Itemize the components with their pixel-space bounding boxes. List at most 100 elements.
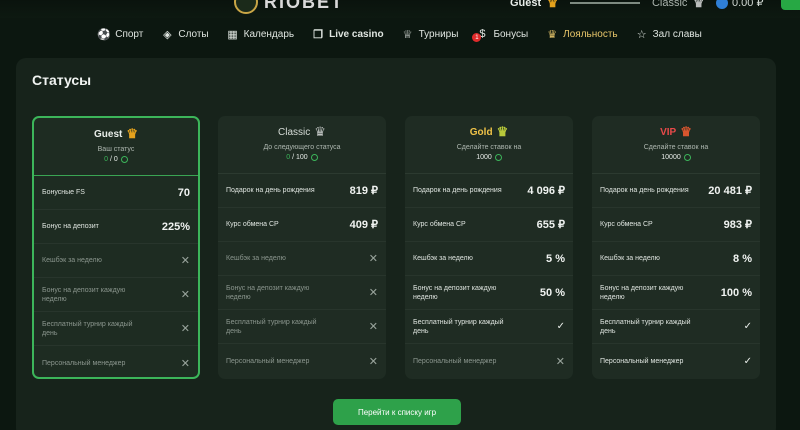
- logo[interactable]: RIOBET: [234, 0, 344, 14]
- nav-item-slots[interactable]: ◈ Слоты: [161, 28, 209, 41]
- cross-icon: ✕: [368, 321, 378, 333]
- row-label: Бесплатный турнир каждый день: [600, 318, 691, 335]
- status-progress[interactable]: Guest ♛ Classic ♛: [510, 0, 704, 10]
- row-label: Подарок на день рождения: [413, 187, 502, 194]
- calendar-icon: ▦: [227, 28, 238, 41]
- card-row: Персональный менеджер ✓: [592, 344, 760, 378]
- card-name: Guest ♛: [34, 118, 198, 142]
- row-label: Курс обмена СР: [226, 221, 279, 228]
- row-label: Подарок на день рождения: [600, 187, 689, 194]
- nav-item-bonuses[interactable]: $ 1 Бонусы: [472, 28, 529, 42]
- deposit-button[interactable]: [781, 0, 800, 10]
- amount-value: 1000: [476, 154, 492, 161]
- card-subtitle: Сделайте ставок на: [643, 144, 709, 151]
- main-nav: ⚽ Спорт ◈ Слоты ▦ Календарь ❐ Live casin…: [0, 20, 800, 48]
- current-status-label: Guest: [510, 0, 542, 9]
- card-progress: 0 / 100: [218, 154, 386, 161]
- card-row: Курс обмена СР 983 ₽: [592, 208, 760, 242]
- cross-icon: ✕: [555, 355, 565, 368]
- card-row: Бонус на депозит каждую неделю ✕: [34, 278, 198, 312]
- cross-icon: ✕: [368, 355, 378, 368]
- row-label: Бонусные FS: [42, 189, 85, 196]
- nav-item-loyalty[interactable]: ♛ Лояльность: [546, 28, 618, 41]
- cross-icon: ✕: [368, 287, 378, 299]
- row-label: Кешбэк за неделю: [226, 255, 286, 262]
- nav-item-live-casino[interactable]: ❐ Live casino: [312, 28, 383, 41]
- card-name: Classic ♛: [218, 116, 386, 140]
- card-row: Курс обмена СР 409 ₽: [218, 208, 386, 242]
- card-subtitle: До следующего статуса: [263, 144, 341, 151]
- balance[interactable]: 0.00 ₽: [716, 0, 763, 9]
- nav-label: Слоты: [178, 28, 209, 40]
- row-value: 225%: [161, 220, 190, 233]
- card-row: Бесплатный турнир каждый день ✕: [34, 312, 198, 346]
- card-row: Подарок на день рождения 819 ₽: [218, 174, 386, 208]
- row-value: 8 %: [733, 252, 752, 265]
- crown-icon: ♛: [547, 28, 558, 41]
- row-value: 5 %: [546, 252, 565, 265]
- card-row: Кешбэк за неделю ✕: [34, 244, 198, 278]
- next-status-label: Classic: [651, 0, 688, 9]
- nav-item-hall-of-fame[interactable]: ☆ Зал славы: [636, 28, 702, 41]
- card-row: Бесплатный турнир каждый день ✓: [592, 310, 760, 344]
- nav-label: Турниры: [418, 28, 459, 40]
- amount-value: 10000: [661, 154, 681, 161]
- card-header: Gold ♛ Сделайте ставок на 1000: [405, 116, 573, 174]
- balance-value: 0.00 ₽: [732, 0, 764, 9]
- crown-icon: ♛: [314, 124, 326, 139]
- row-label: Персональный менеджер: [413, 357, 497, 365]
- card-row: Курс обмена СР 655 ₽: [405, 208, 573, 242]
- card-row: Бонус на депозит 225%: [34, 210, 198, 244]
- card-row: Персональный менеджер ✕: [34, 346, 198, 377]
- card-row: Персональный менеджер ✕: [218, 344, 386, 378]
- check-icon: ✓: [743, 355, 752, 367]
- cards-icon: ❐: [313, 28, 324, 41]
- card-row: Персональный менеджер ✕: [405, 344, 573, 378]
- row-label: Курс обмена СР: [413, 221, 466, 228]
- star-icon: ☆: [636, 28, 647, 41]
- nav-label: Бонусы: [493, 28, 529, 40]
- card-name: Gold ♛: [405, 116, 573, 140]
- row-value: 655 ₽: [536, 219, 565, 231]
- row-label: Персональный менеджер: [226, 357, 310, 365]
- row-label: Бесплатный турнир каждый день: [226, 318, 317, 335]
- nav-label: Лояльность: [563, 28, 618, 40]
- row-value: 409 ₽: [349, 219, 378, 231]
- nav-item-sport[interactable]: ⚽ Спорт: [97, 28, 144, 41]
- crown-icon: ♛: [126, 126, 138, 141]
- crown-icon: ♛: [693, 0, 705, 10]
- row-value: 4 096 ₽: [527, 185, 565, 197]
- cross-icon: ✕: [180, 323, 190, 335]
- top-header: RIOBET Guest ♛ Classic ♛ 0.00 ₽: [0, 0, 800, 18]
- cp-icon: [494, 154, 502, 161]
- trophy-icon: ♕: [402, 28, 413, 41]
- progress-total: / 0: [108, 156, 118, 163]
- slots-icon: ◈: [163, 28, 172, 41]
- row-label: Бесплатный турнир каждый день: [42, 320, 133, 337]
- card-header: Guest ♛ Ваш статус 0 / 0: [34, 118, 198, 176]
- cross-icon: ✕: [180, 357, 190, 370]
- crown-icon: ♛: [496, 124, 509, 139]
- go-to-games-button[interactable]: Перейти к списку игр: [333, 399, 461, 425]
- card-row: Бонус на депозит каждую неделю 100 %: [592, 276, 760, 310]
- row-label: Кешбэк за неделю: [413, 255, 473, 262]
- card-row: Подарок на день рождения 20 481 ₽: [592, 174, 760, 208]
- card-row: Кешбэк за неделю ✕: [218, 242, 386, 276]
- row-label: Бесплатный турнир каждый день: [413, 318, 504, 335]
- cross-icon: ✕: [180, 289, 190, 301]
- row-label: Кешбэк за неделю: [600, 255, 660, 262]
- card-row: Подарок на день рождения 4 096 ₽: [405, 174, 573, 208]
- cross-icon: ✕: [368, 253, 378, 265]
- logo-mark-icon: [234, 0, 258, 14]
- row-label: Бонус на депозит каждую неделю: [42, 286, 126, 303]
- page-title: Статусы: [32, 72, 92, 88]
- card-header: VIP ♛ Сделайте ставок на 10000: [592, 116, 760, 174]
- nav-label: Спорт: [115, 28, 144, 40]
- row-label: Бонус на депозит каждую неделю: [600, 284, 684, 301]
- nav-item-calendar[interactable]: ▦ Календарь: [227, 28, 294, 41]
- coin-icon: [716, 0, 728, 9]
- card-progress: 0 / 0: [34, 156, 198, 163]
- nav-item-tournaments[interactable]: ♕ Турниры: [402, 28, 459, 41]
- card-row: Бонус на депозит каждую неделю 50 %: [405, 276, 573, 310]
- row-value: 20 481 ₽: [708, 185, 752, 197]
